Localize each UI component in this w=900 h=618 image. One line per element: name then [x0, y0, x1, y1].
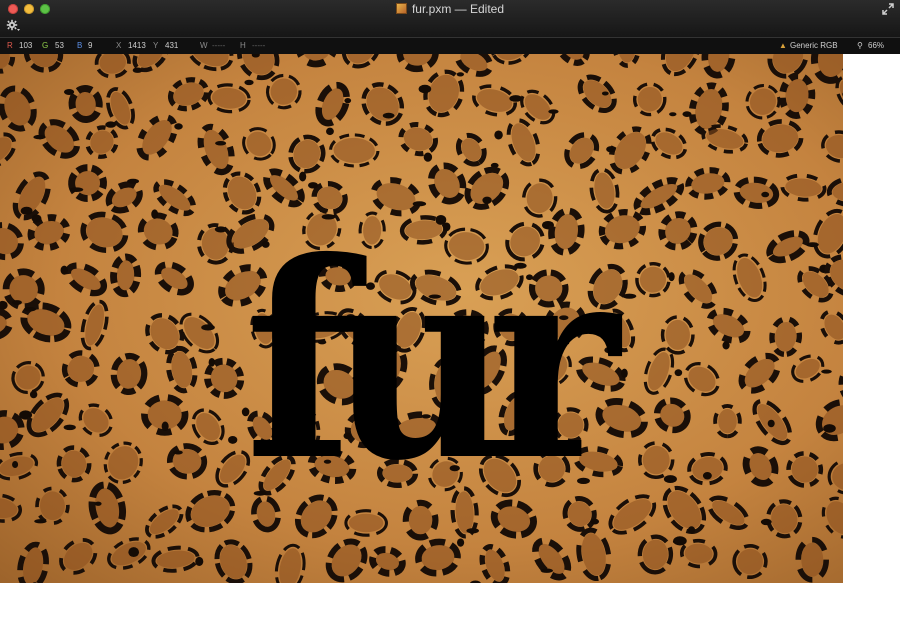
x-label: X	[116, 41, 122, 50]
height-value: -----	[252, 41, 266, 50]
x-value: 1413	[128, 41, 146, 50]
gear-icon[interactable]	[6, 19, 20, 33]
edited-status: — Edited	[454, 2, 505, 16]
zoom-icon[interactable]: ⚲	[857, 38, 863, 54]
document-name: fur.pxm	[411, 2, 452, 16]
green-value: 53	[55, 41, 64, 50]
image-canvas[interactable]: fur	[0, 54, 843, 583]
window-titlebar: fur.pxm — Edited	[0, 0, 900, 37]
red-label: R	[7, 41, 13, 50]
fur-text: fur	[245, 202, 619, 520]
zoom-level[interactable]: 66%	[868, 38, 884, 54]
y-label: Y	[153, 41, 159, 50]
y-value: 431	[165, 41, 179, 50]
document-icon	[395, 3, 407, 14]
info-bar: R 103 G 53 B 9 X 1413 Y 431 W ----- H --…	[0, 37, 900, 54]
green-label: G	[42, 41, 49, 50]
blue-value: 9	[88, 41, 93, 50]
blue-label: B	[77, 41, 83, 50]
width-value: -----	[212, 41, 226, 50]
width-label: W	[200, 41, 208, 50]
height-label: H	[240, 41, 246, 50]
window-title: fur.pxm — Edited	[0, 2, 900, 16]
color-profile-icon[interactable]: ▲	[779, 38, 787, 54]
red-value: 103	[19, 41, 33, 50]
fullscreen-icon[interactable]	[882, 3, 894, 15]
color-profile[interactable]: Generic RGB	[790, 38, 838, 54]
